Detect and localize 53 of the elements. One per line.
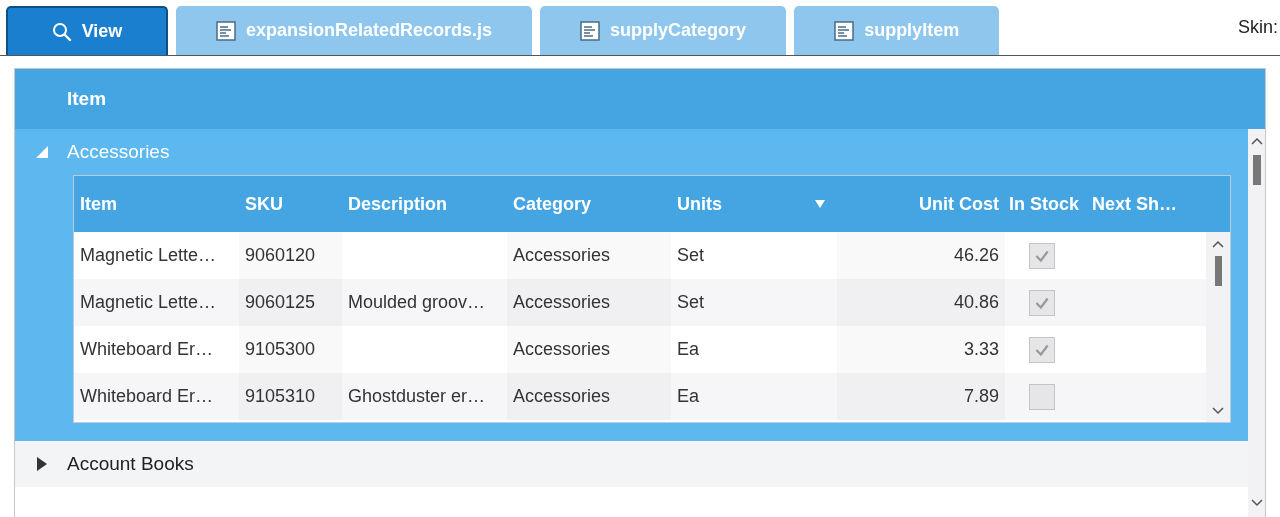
document-icon	[216, 20, 236, 41]
table-cell: 40.86	[953, 292, 999, 313]
vertical-scrollbar[interactable]	[1248, 129, 1265, 517]
table-cell: Ea	[677, 339, 700, 360]
sort-arrow-icon[interactable]	[815, 200, 825, 208]
vertical-scrollbar[interactable]	[1206, 232, 1230, 422]
group-row[interactable]: Account Books	[15, 441, 1248, 487]
table-cell: Moulded groov…	[348, 292, 486, 313]
column-header[interactable]: Description	[348, 193, 448, 215]
tab[interactable]: supplyItem	[794, 6, 1000, 55]
column-header[interactable]: Unit Cost	[919, 193, 999, 215]
table-cell: Set	[677, 245, 705, 266]
table-cell: Accessories	[513, 245, 611, 266]
group-label: Accessories	[67, 141, 170, 163]
table-cell: 46.26	[953, 245, 999, 266]
table-cell: Ea	[677, 386, 700, 407]
tab[interactable]: expansionRelatedRecords.js	[176, 6, 533, 55]
table-cell: 7.89	[963, 386, 999, 407]
table-cell: Set	[677, 292, 705, 313]
table-cell: Whiteboard Er…	[80, 339, 214, 360]
document-icon	[834, 20, 855, 41]
checkbox[interactable]	[1029, 242, 1055, 269]
column-header[interactable]: Category	[513, 193, 592, 215]
search-icon	[51, 21, 72, 42]
table-cell: Accessories	[513, 339, 611, 360]
table-cell: 9105310	[245, 386, 316, 407]
table-cell: Magnetic Lette…	[80, 292, 217, 313]
tab[interactable]: supplyCategory	[540, 6, 787, 55]
column-header[interactable]: In Stock	[1009, 193, 1079, 215]
group-row[interactable]	[15, 129, 1248, 441]
column-header[interactable]: Units	[677, 193, 722, 215]
table-cell: 3.33	[963, 339, 999, 360]
column-header[interactable]: Item	[67, 88, 107, 110]
skin-label: Skin:	[1237, 17, 1279, 38]
column-header[interactable]: SKU	[245, 193, 283, 215]
collapsed-triangle-icon[interactable]	[35, 457, 49, 471]
document-icon	[580, 20, 601, 41]
group-label: Account Books	[67, 453, 194, 475]
table-cell: Accessories	[513, 386, 611, 407]
table-cell: 9060120	[245, 245, 316, 266]
table-cell: Whiteboard Er…	[80, 386, 214, 407]
column-header[interactable]: Item	[80, 193, 117, 215]
table-cell: Accessories	[513, 292, 611, 313]
checkbox[interactable]	[1029, 383, 1055, 410]
expanded-triangle-icon[interactable]	[35, 145, 49, 159]
table-cell: 9060125	[245, 292, 316, 313]
checkbox[interactable]	[1029, 336, 1055, 363]
column-header[interactable]: Next Sh…	[1092, 193, 1178, 215]
table-cell: Ghostduster er…	[348, 386, 486, 407]
tab[interactable]: View	[6, 6, 168, 55]
table-cell: Magnetic Lette…	[80, 245, 217, 266]
checkbox[interactable]	[1029, 289, 1055, 316]
table-cell: 9105300	[245, 339, 316, 360]
